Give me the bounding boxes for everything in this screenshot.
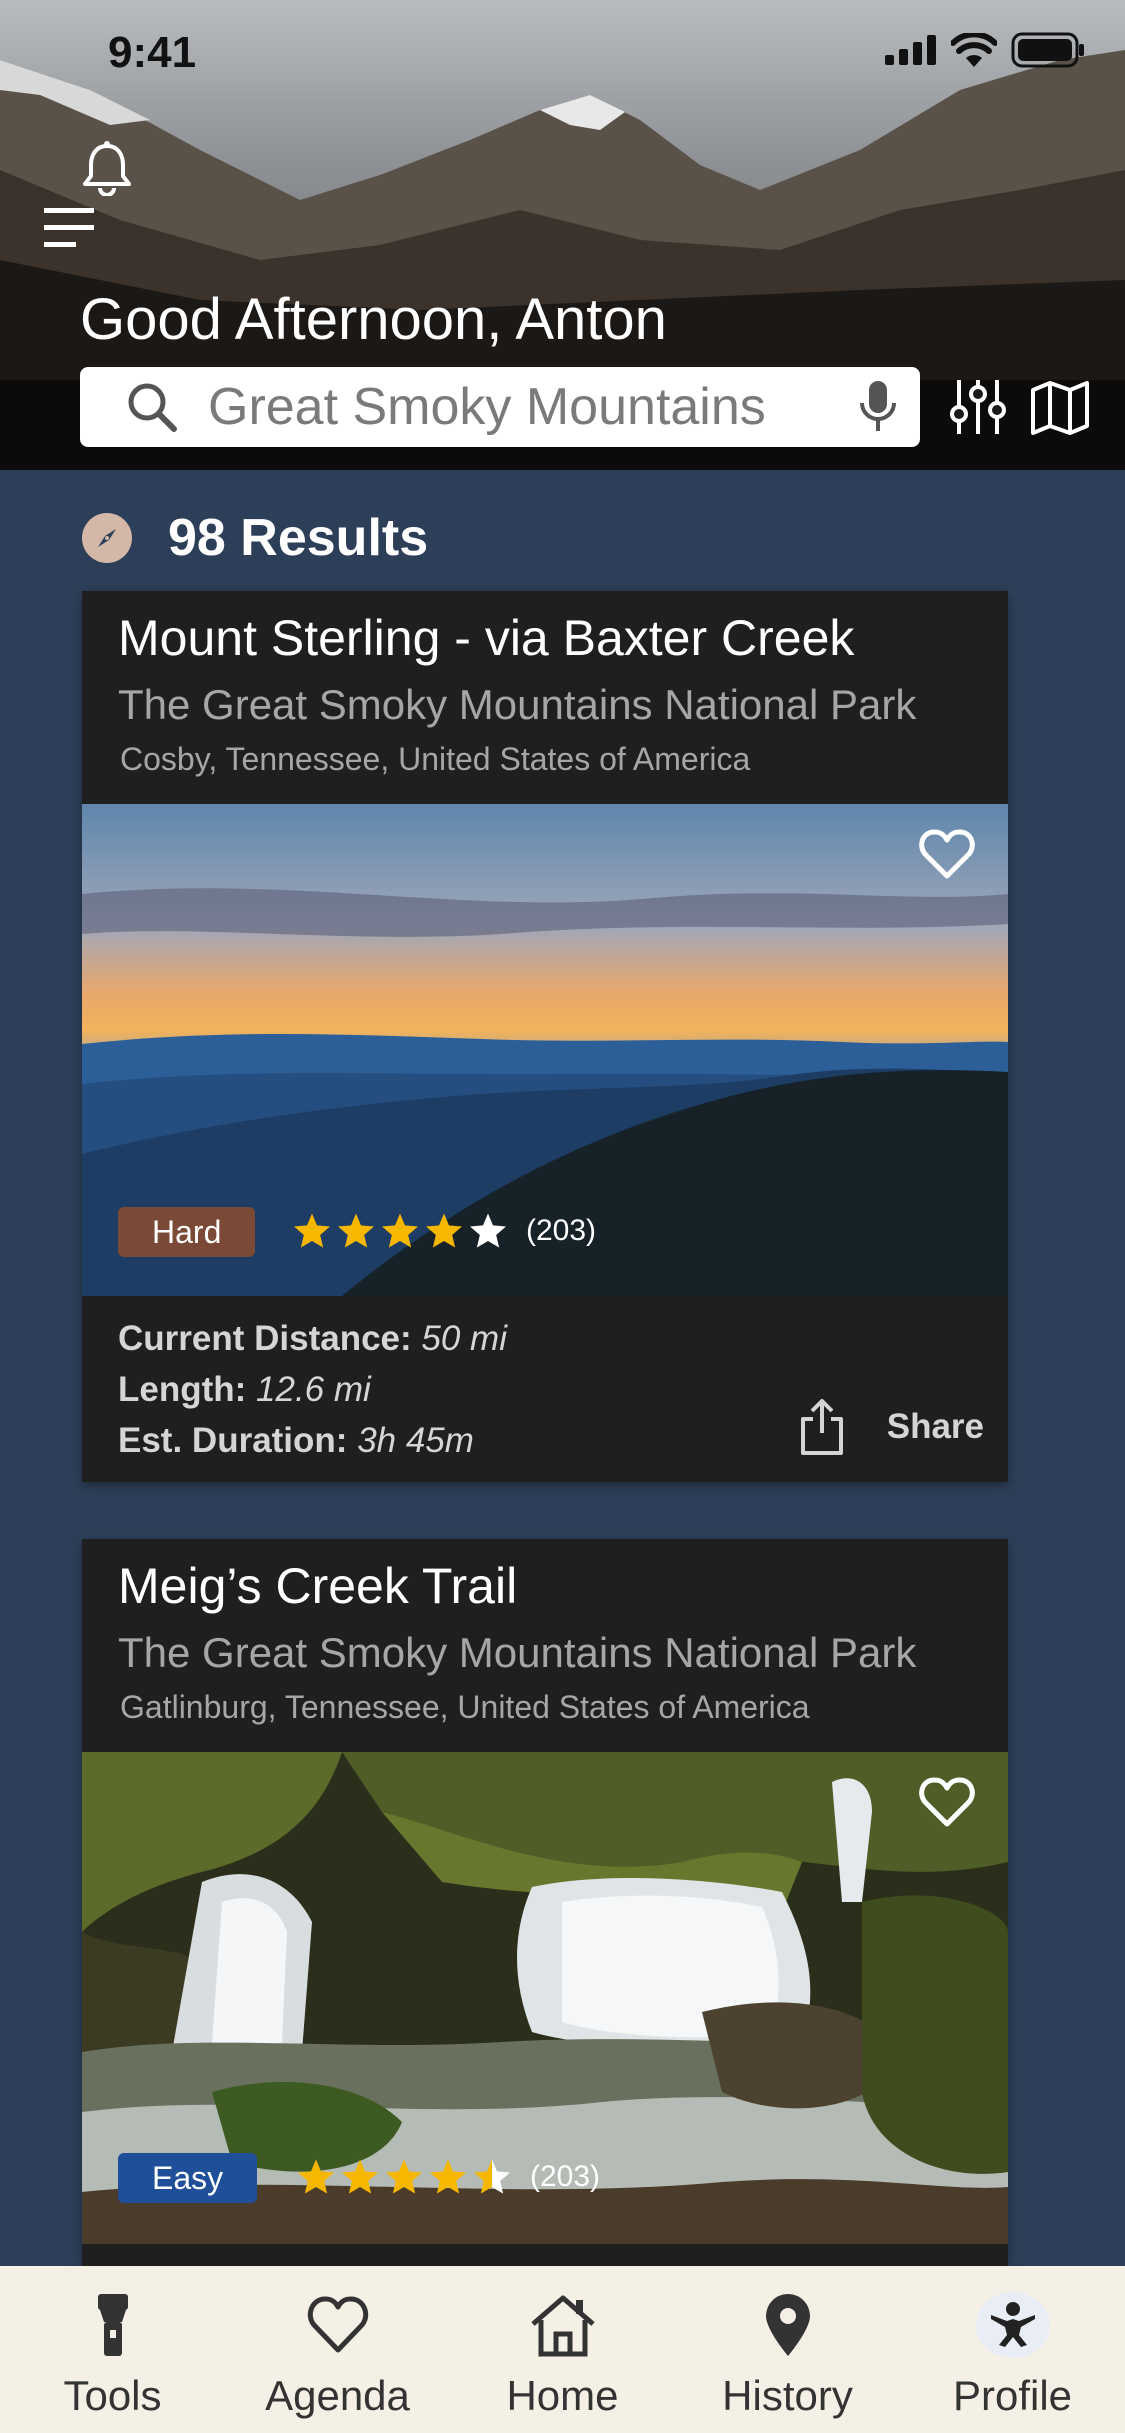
trail-park: The Great Smoky Mountains National Park [118,681,917,728]
nav-label: Agenda [265,2372,410,2419]
share-icon [800,1399,843,1455]
trail-name[interactable]: Meig’s Creek Trail [118,1557,517,1615]
trail-location: Cosby, Tennessee, United States of Ameri… [120,741,751,777]
results-summary: 98 Results [82,508,428,568]
trail-card[interactable]: Meig’s Creek Trail The Great Smoky Mount… [82,1539,1008,2266]
duration-row: Est. Duration: 3h 45m [118,1415,507,1466]
compass-icon [82,513,132,563]
notification-bell-icon[interactable] [80,140,134,201]
map-pin-icon [765,2294,810,2356]
cellular-signal-icon [885,35,936,65]
star-rating: (203) [296,2157,600,2197]
favorite-heart-icon[interactable] [918,1776,976,1833]
nav-label: Tools [63,2372,162,2419]
favorite-heart-icon[interactable] [918,828,976,885]
search-bar[interactable]: Great Smoky Mountains [80,367,920,447]
filter-sliders-icon[interactable] [950,378,1006,441]
header: 9:41 Good Afternoon, Anton Great Smoky M… [0,0,1125,470]
nav-label: Home [506,2372,619,2419]
greeting: Good Afternoon, Anton [80,287,667,352]
rating-count: (203) [526,1214,597,1247]
star-icon [338,1213,374,1248]
star-icon [382,1213,418,1248]
current-distance-value: 50 mi [421,1319,507,1358]
search-icon [128,383,177,432]
trail-image[interactable]: Easy (203) [82,1752,1008,2244]
star-icon [430,2159,466,2194]
nav-tools[interactable]: Tools [0,2266,225,2433]
avatar [975,2292,1050,2358]
heart-icon [307,2296,368,2353]
map-icon[interactable] [1030,380,1090,441]
nav-label: Profile [952,2372,1073,2419]
rating-count: (203) [530,2160,601,2193]
length-row: Length: 12.6 mi [118,1364,507,1415]
profile-figure-icon [990,2302,1035,2347]
trail-name[interactable]: Mount Sterling - via Baxter Creek [118,609,854,667]
nav-home[interactable]: Home [450,2266,675,2433]
star-rating: (203) [292,1211,596,1251]
current-distance-row: Current Distance: 50 mi [118,1313,507,1364]
status-icons [885,32,1085,68]
status-time: 9:41 [108,28,197,77]
duration-value: 3h 45m [357,1421,474,1460]
trail-park: The Great Smoky Mountains National Park [118,1629,917,1676]
star-icon [298,2159,334,2194]
microphone-icon[interactable] [858,379,898,435]
battery-icon [1011,32,1084,68]
current-distance-label: Current Distance: [118,1319,412,1358]
menu-icon[interactable] [44,206,96,255]
star-icon [470,1213,506,1248]
nav-history[interactable]: History [675,2266,900,2433]
star-icon [342,2159,378,2194]
difficulty-badge: Hard [118,1207,256,1257]
share-label: Share [886,1407,984,1446]
length-label: Length: [118,1370,247,1409]
results-count: 98 Results [168,509,429,567]
trail-stats: Current Distance: 50 mi Length: 12.6 mi … [118,1313,507,1466]
half-star-icon [474,2159,510,2194]
wifi-icon [951,33,997,67]
star-icon [426,1213,462,1248]
nav-profile[interactable]: Profile [900,2266,1125,2433]
star-icon [294,1213,330,1248]
duration-label: Est. Duration: [118,1421,348,1460]
flashlight-icon [97,2294,128,2356]
nav-label: History [722,2372,853,2419]
trail-image[interactable]: Hard (203) [82,804,1008,1296]
star-icon [386,2159,422,2194]
bottom-navigation: Tools Agenda Home History Profile [0,2266,1125,2433]
search-input[interactable]: Great Smoky Mountains [208,377,858,437]
nav-agenda[interactable]: Agenda [225,2266,450,2433]
length-value: 12.6 mi [256,1370,371,1409]
share-button[interactable]: Share [797,1397,984,1457]
trail-card[interactable]: Mount Sterling - via Baxter Creek The Gr… [82,591,1008,1482]
difficulty-badge: Easy [118,2153,258,2203]
trail-location: Gatlinburg, Tennessee, United States of … [120,1689,810,1725]
home-icon [530,2295,595,2357]
